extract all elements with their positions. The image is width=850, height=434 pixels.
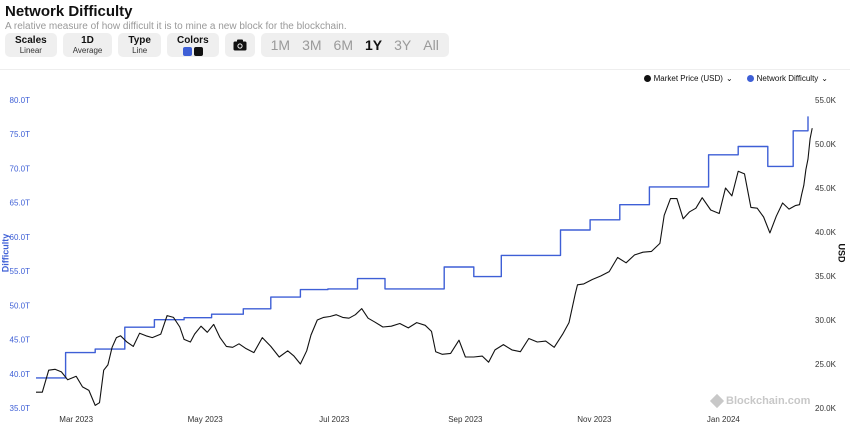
watermark: Blockchain.com	[709, 393, 811, 409]
y-right-tick-label: 25.0K	[815, 360, 837, 369]
y-left-tick-label: 65.0T	[10, 199, 31, 208]
x-tick-label: Mar 2023	[59, 415, 93, 424]
x-tick-label: Jan 2024	[707, 415, 740, 424]
y-left-tick-label: 80.0T	[10, 96, 31, 105]
series-line-market-price-usd	[36, 128, 813, 406]
blockchain-logo-icon	[709, 393, 725, 409]
y-left-tick-label: 40.0T	[10, 370, 31, 379]
watermark-text: Blockchain.com	[726, 395, 811, 407]
x-tick-label: Sep 2023	[448, 415, 483, 424]
y-right-tick-label: 55.0K	[815, 96, 837, 105]
y-right-tick-label: 50.0K	[815, 140, 837, 149]
y-axis-left-label: Difficulty	[0, 233, 11, 273]
y-left-tick-label: 60.0T	[10, 233, 31, 242]
x-tick-label: Jul 2023	[319, 415, 350, 424]
chart-area: 35.0T 40.0T 45.0T 50.0T 55.0T 60.0T 65.0T 70.0T…	[10, 96, 837, 424]
y-left-tick-label: 35.0T	[10, 404, 31, 413]
series-line-network-difficulty	[36, 116, 809, 379]
y-right-tick-label: 35.0K	[815, 272, 837, 281]
y-left-tick-label: 55.0T	[10, 267, 31, 276]
x-tick-label: May 2023	[188, 415, 224, 424]
y-left-tick-label: 70.0T	[10, 164, 31, 173]
y-right-tick-label: 45.0K	[815, 184, 837, 193]
y-left-tick-label: 45.0T	[10, 336, 31, 345]
y-axis-right-label: USD	[836, 243, 847, 263]
y-left-tick-label: 50.0T	[10, 301, 31, 310]
y-right-tick-label: 30.0K	[815, 316, 837, 325]
y-left-tick-label: 75.0T	[10, 130, 31, 139]
x-tick-label: Nov 2023	[577, 415, 612, 424]
y-right-tick-label: 20.0K	[815, 404, 837, 413]
y-right-tick-label: 40.0K	[815, 228, 837, 237]
